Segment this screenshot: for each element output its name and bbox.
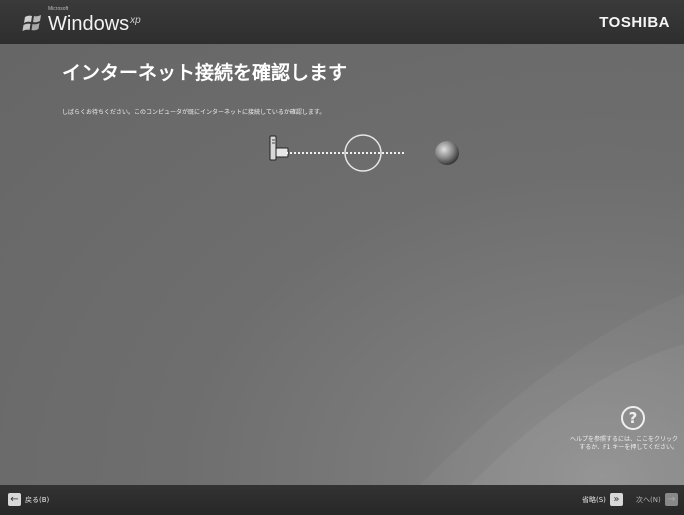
header-bar: Microsoft Windows xp TOSHIBA <box>0 0 684 44</box>
page-description: しばらくお待ちください。このコンピュータが既にインターネットに接続しているか確認… <box>62 109 326 116</box>
next-button[interactable]: 次へ(N) → <box>632 493 678 506</box>
computer-icon <box>269 135 289 161</box>
skip-label[interactable]: 省略(S) <box>582 495 606 505</box>
xp-label: xp <box>130 15 141 26</box>
page-title: インターネット接続を確認します <box>62 62 348 84</box>
help-text[interactable]: ヘルプを参照するには、ここをクリック するか、F1 キーを押してください。 <box>538 436 678 452</box>
microsoft-label: Microsoft <box>48 6 69 12</box>
windows-label: Windows <box>48 13 130 35</box>
windows-flag-icon <box>22 15 41 31</box>
footer-bar: ← 戻る(B) 省略(S) » 次へ(N) → <box>0 485 684 515</box>
windows-logo: Microsoft Windows xp <box>22 6 141 36</box>
skip-button[interactable]: 省略(S) » <box>578 493 623 506</box>
back-arrow-icon[interactable]: ← <box>8 493 21 506</box>
main-panel: インターネット接続を確認します しばらくお待ちください。このコンピュータが既にイ… <box>0 44 684 485</box>
back-label[interactable]: 戻る(B) <box>25 495 49 505</box>
help-text-line: ヘルプを参照するには、ここをクリック <box>569 436 678 443</box>
next-arrow-icon[interactable]: → <box>664 493 678 506</box>
skip-arrow-icon[interactable]: » <box>609 493 623 506</box>
globe-icon <box>435 141 459 165</box>
help-text-line: するか、F1 キーを押してください。 <box>579 444 678 451</box>
next-label[interactable]: 次へ(N) <box>636 495 661 505</box>
help-icon[interactable]: ? <box>621 406 645 430</box>
back-button[interactable]: ← 戻る(B) <box>8 493 49 506</box>
brand-logo: TOSHIBA <box>599 14 670 31</box>
connection-animation <box>269 134 459 172</box>
